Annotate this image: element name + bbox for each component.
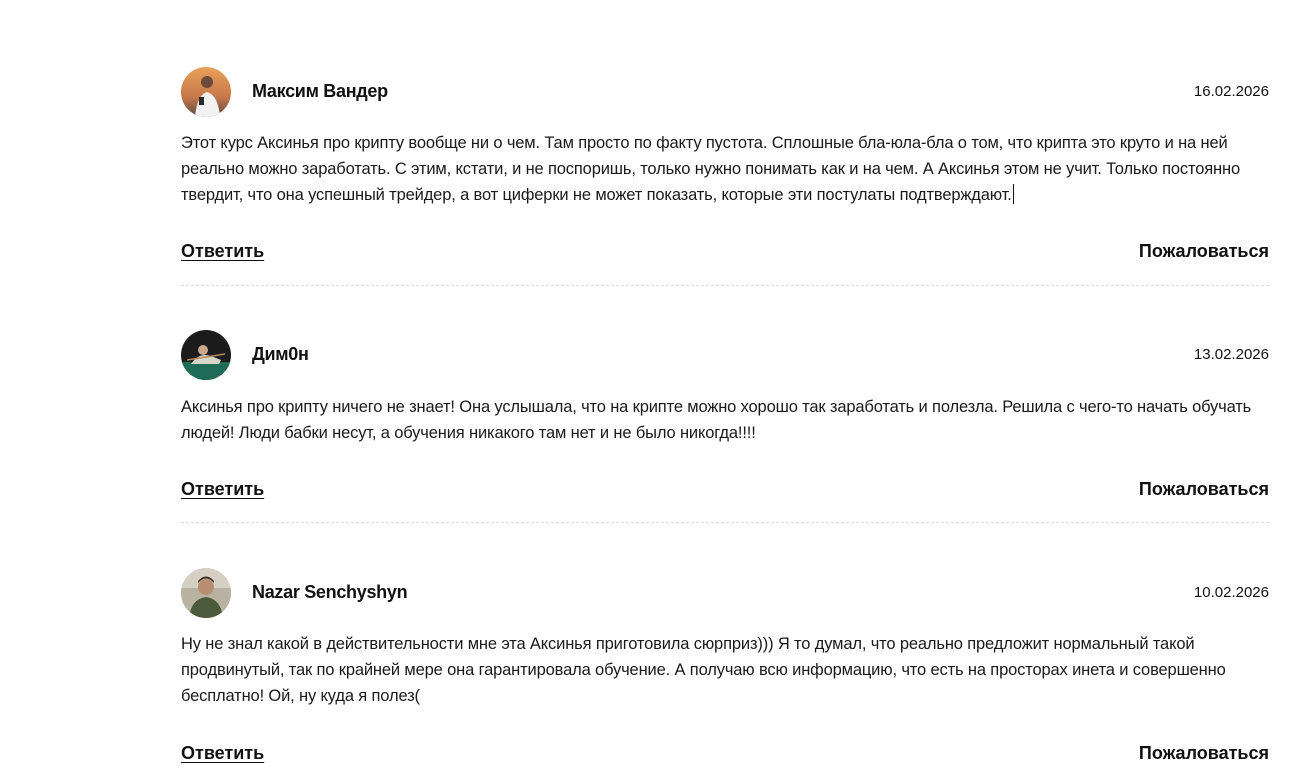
- comment-author: Максим Вандер: [252, 81, 388, 101]
- comment-divider: [181, 285, 1269, 286]
- comment-actions: Ответить Пожаловаться: [181, 479, 1269, 505]
- avatar: [181, 568, 231, 618]
- comment-date: 10.02.2026: [1193, 584, 1269, 601]
- report-button[interactable]: Пожаловаться: [1139, 241, 1269, 262]
- comment-author: Nazar Senchyshyn: [252, 582, 408, 602]
- comment-item: Nazar Senchyshyn 10.02.2026 Ну не знал к…: [181, 568, 1269, 763]
- reply-button[interactable]: Ответить: [181, 479, 264, 500]
- comment-text: Аксинья про крипту ничего не знает! Она …: [181, 398, 1252, 442]
- text-cursor: [1012, 184, 1014, 204]
- comment-header: Максим Вандер 16.02.2026: [181, 67, 1269, 119]
- comment-date: 16.02.2026: [1193, 83, 1269, 100]
- avatar: [181, 67, 231, 117]
- comment-item: Максим Вандер 16.02.2026 Этот курс Аксин…: [181, 67, 1269, 286]
- comment-date: 13.02.2026: [1193, 346, 1269, 363]
- avatar: [181, 330, 231, 380]
- comment-header: Nazar Senchyshyn 10.02.2026: [181, 568, 1269, 620]
- report-button[interactable]: Пожаловаться: [1139, 743, 1269, 764]
- comment-item: Дим0н 13.02.2026 Аксинья про крипту ниче…: [181, 330, 1269, 523]
- comment-text-wrap: Этот курс Аксинья про крипту вообще ни о…: [181, 130, 1269, 208]
- comment-actions: Ответить Пожаловаться: [181, 241, 1269, 267]
- comment-text: Этот курс Аксинья про крипту вообще ни о…: [181, 134, 1240, 204]
- comment-actions: Ответить Пожаловаться: [181, 743, 1269, 769]
- report-button[interactable]: Пожаловаться: [1139, 479, 1269, 500]
- comment-divider: [181, 522, 1269, 523]
- comment-author: Дим0н: [252, 344, 309, 364]
- comment-header: Дим0н 13.02.2026: [181, 330, 1269, 382]
- comment-text: Ну не знал какой в действительности мне …: [181, 635, 1226, 705]
- reply-button[interactable]: Ответить: [181, 743, 264, 764]
- reply-button[interactable]: Ответить: [181, 241, 264, 262]
